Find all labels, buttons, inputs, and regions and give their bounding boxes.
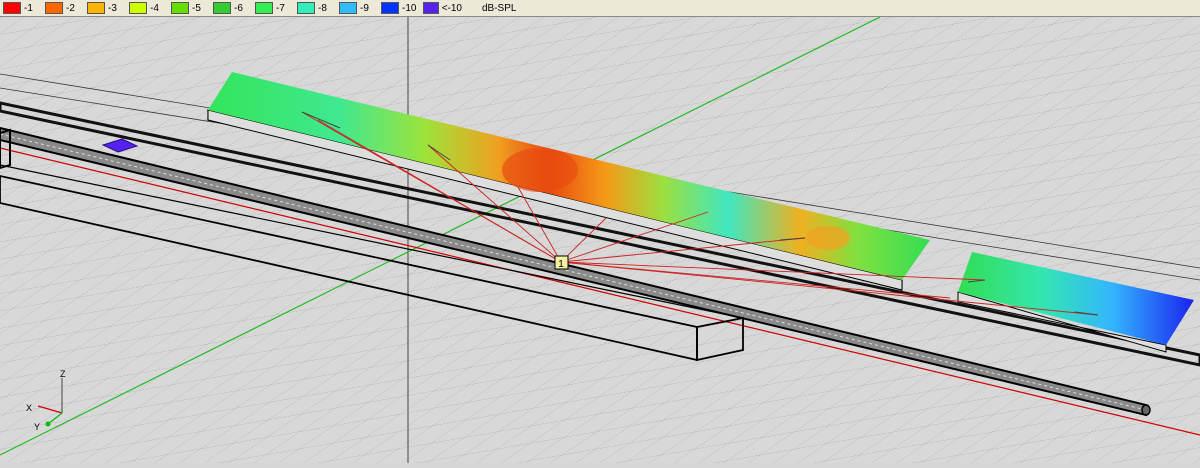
legend-item-10: -10	[378, 0, 420, 17]
legend-swatch	[45, 2, 63, 14]
legend-swatch	[213, 2, 231, 14]
ground-grid	[0, 17, 1200, 463]
spl-hotspot	[502, 148, 578, 192]
legend-swatch	[381, 2, 399, 14]
legend-item-3: -3	[84, 0, 126, 17]
gizmo-y-label: Y	[34, 422, 40, 432]
legend-swatch	[297, 2, 315, 14]
legend-label: -6	[234, 2, 243, 14]
legend-label: -9	[360, 2, 369, 14]
legend-label: -4	[150, 2, 159, 14]
legend-item-5: -5	[168, 0, 210, 17]
legend-swatch	[255, 2, 273, 14]
legend-swatch	[171, 2, 189, 14]
legend-label: -8	[318, 2, 327, 14]
legend-item-2: -2	[42, 0, 84, 17]
gizmo-z-label: Z	[60, 369, 66, 379]
legend-item-4: -4	[126, 0, 168, 17]
rail-track-end	[1141, 404, 1151, 416]
sound-source-label: 1	[558, 259, 564, 270]
legend-item-9: -9	[336, 0, 378, 17]
legend-unit: dB-SPL	[482, 2, 517, 14]
spl-legend: -1 -2 -3 -4 -5 -6 -7 -8 -9 -10 <-10 dB-S…	[0, 0, 1200, 17]
gizmo-x-label: X	[26, 403, 32, 413]
legend-swatch	[3, 2, 21, 14]
legend-swatch	[423, 2, 439, 14]
legend-item-1: -1	[0, 0, 42, 17]
spl-hotspot	[806, 226, 850, 250]
legend-label: -2	[66, 2, 75, 14]
legend-label: -7	[276, 2, 285, 14]
legend-label: -5	[192, 2, 201, 14]
legend-label: -1	[24, 2, 33, 14]
legend-swatch	[129, 2, 147, 14]
scene-canvas[interactable]: 1 Z X Y	[0, 16, 1200, 463]
3d-viewport[interactable]: 1 Z X Y	[0, 16, 1200, 463]
legend-label: -10	[402, 2, 417, 14]
legend-swatch	[87, 2, 105, 14]
legend-swatch	[339, 2, 357, 14]
legend-label: -3	[108, 2, 117, 14]
legend-item-6: -6	[210, 0, 252, 17]
legend-item-7: -7	[252, 0, 294, 17]
gizmo-origin	[45, 421, 51, 427]
legend-item-8: -8	[294, 0, 336, 17]
legend-item-11: <-10	[420, 0, 462, 17]
legend-label: <-10	[441, 2, 462, 14]
